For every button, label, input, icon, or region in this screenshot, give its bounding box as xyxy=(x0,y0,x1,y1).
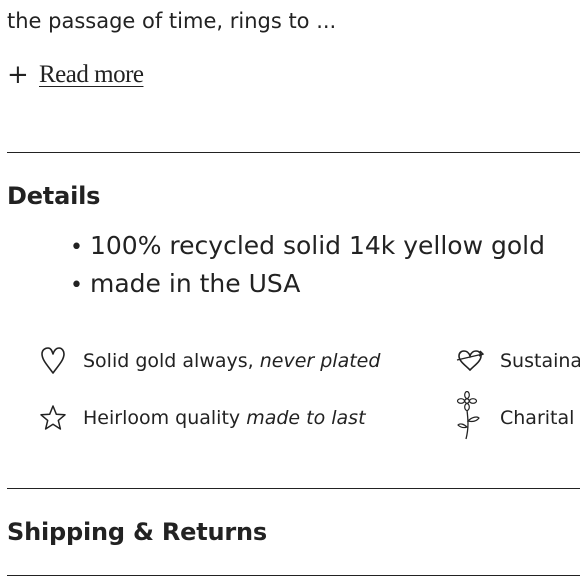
divider xyxy=(7,575,580,576)
feature-solid-gold: Solid gold always, never plated xyxy=(38,346,380,376)
feature-charitable: Charital xyxy=(455,391,575,440)
feature-text: Heirloom quality made to last xyxy=(83,407,366,429)
flower-icon xyxy=(455,391,485,440)
star-icon xyxy=(38,403,68,433)
shipping-returns-section-header[interactable]: Shipping & Returns xyxy=(7,517,267,547)
product-details-panel: the passage of time, rings to ... + Read… xyxy=(0,0,580,580)
feature-text: Sustaina xyxy=(500,350,580,372)
list-item: • 100% recycled solid 14k yellow gold xyxy=(70,231,545,260)
feature-sustainable: Sustaina xyxy=(455,346,580,376)
details-section-header[interactable]: Details xyxy=(7,181,100,211)
divider xyxy=(7,152,580,153)
read-more-button[interactable]: + Read more xyxy=(7,60,144,90)
description-text: the passage of time, rings to ... xyxy=(7,9,337,33)
details-list: • 100% recycled solid 14k yellow gold • ma… xyxy=(70,228,545,304)
heart-icon xyxy=(38,346,68,376)
feature-text: Solid gold always, never plated xyxy=(83,350,381,372)
divider xyxy=(7,488,580,489)
feature-text: Charital xyxy=(500,407,575,429)
read-more-label: Read more xyxy=(39,61,144,88)
heart-arrow-icon xyxy=(455,346,485,376)
feature-heirloom-quality: Heirloom quality made to last xyxy=(38,403,366,433)
list-item: • made in the USA xyxy=(70,269,301,298)
plus-icon: + xyxy=(7,60,29,90)
